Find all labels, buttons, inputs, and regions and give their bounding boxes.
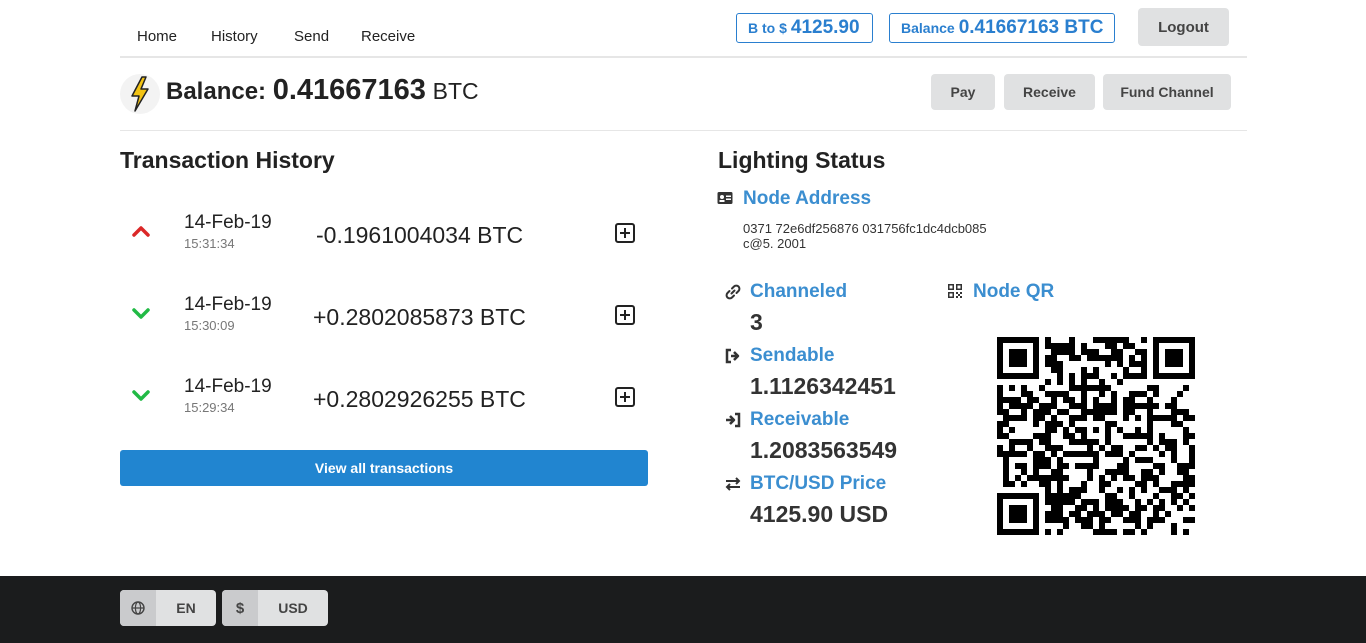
sendable-value: 1.1126342451 [750, 373, 896, 399]
id-card-icon [717, 192, 733, 204]
transaction-time: 15:29:34 [184, 400, 235, 415]
transaction-row: 14-Feb-19 15:31:34 -0.1961004034 BTC [120, 206, 650, 266]
sign-out-icon [725, 348, 740, 364]
language-label: EN [176, 600, 196, 616]
footer: EN $ USD [0, 576, 1366, 643]
node-qr-code [997, 337, 1195, 535]
receivable-value: 1.2083563549 [750, 437, 898, 463]
sign-in-icon [726, 412, 741, 428]
channeled-label: Channeled [750, 281, 848, 302]
transaction-history-title: Transaction History [120, 147, 335, 173]
balance-unit: BTC [432, 78, 479, 104]
top-navigation: Home History Send Receive B to $ 4125.90… [120, 0, 1247, 58]
node-qr-label: Node QR [973, 281, 1055, 302]
lighting-status-title: Lighting Status [718, 147, 886, 173]
nav-receive-link[interactable]: Receive [361, 28, 415, 45]
globe-icon [120, 590, 156, 626]
nav-home-link[interactable]: Home [137, 28, 177, 45]
logout-button[interactable]: Logout [1138, 8, 1229, 46]
balance-badge-value: 0.41667163 BTC [958, 17, 1104, 38]
transaction-date: 14-Feb-19 [184, 294, 272, 315]
balance-badge-prefix: Balance [901, 20, 955, 36]
btc-usd-price-value: 4125.90 USD [750, 501, 889, 527]
plus-square-icon[interactable] [614, 222, 636, 244]
transaction-amount: -0.1961004034 BTC [316, 222, 524, 248]
node-address-line: 0371 72e6df256876 031756fc1dc4dcb085 [743, 221, 987, 236]
exchange-rate-badge: B to $ 4125.90 [736, 13, 873, 43]
transaction-time: 15:31:34 [184, 236, 235, 251]
receive-button[interactable]: Receive [1004, 74, 1095, 110]
sendable-label: Sendable [750, 345, 835, 366]
balance-badge: Balance 0.41667163 BTC [889, 13, 1115, 43]
node-address-value: 0371 72e6df256876 031756fc1dc4dcb085 c@5… [743, 221, 987, 251]
transaction-row: 14-Feb-19 15:29:34 +0.2802926255 BTC [120, 370, 650, 430]
plus-square-icon[interactable] [614, 304, 636, 326]
balance-value: 0.41667163 [272, 74, 426, 106]
fund-channel-button[interactable]: Fund Channel [1103, 74, 1231, 110]
view-all-transactions-button[interactable]: View all transactions [120, 450, 648, 486]
transaction-row: 14-Feb-19 15:30:09 +0.2802085873 BTC [120, 288, 650, 348]
btc-usd-price-label: BTC/USD Price [750, 473, 887, 494]
chevron-down-icon [132, 308, 150, 319]
receivable-label: Receivable [750, 409, 850, 430]
plus-square-icon[interactable] [614, 386, 636, 408]
qrcode-icon [948, 284, 962, 298]
transaction-amount: +0.2802926255 BTC [313, 386, 526, 412]
chevron-down-icon [132, 390, 150, 401]
transaction-date: 14-Feb-19 [184, 212, 272, 233]
balance-label: Balance: [166, 78, 267, 105]
balance-display: Balance: 0.41667163 BTC [166, 74, 479, 107]
exchange-icon [725, 477, 741, 491]
transaction-amount: +0.2802085873 BTC [313, 304, 526, 330]
channeled-value: 3 [750, 309, 763, 335]
nav-send-link[interactable]: Send [294, 28, 329, 45]
transaction-time: 15:30:09 [184, 318, 235, 333]
currency-label: USD [278, 600, 308, 616]
transaction-date: 14-Feb-19 [184, 376, 272, 397]
language-selector[interactable]: EN [120, 590, 216, 626]
link-icon [725, 284, 741, 300]
chevron-up-icon [132, 226, 150, 237]
dollar-icon: $ [222, 590, 258, 626]
lightning-bolt-icon [120, 74, 160, 114]
exchange-rate-prefix: B to $ [748, 20, 787, 36]
pay-button[interactable]: Pay [931, 74, 995, 110]
exchange-rate-value: 4125.90 [790, 17, 860, 38]
node-address-line: c@5. 2001 [743, 236, 807, 251]
balance-header: Balance: 0.41667163 BTC Pay Receive Fund… [120, 58, 1247, 131]
node-address-label: Node Address [743, 188, 872, 209]
currency-selector[interactable]: $ USD [222, 590, 328, 626]
nav-history-link[interactable]: History [211, 28, 258, 45]
